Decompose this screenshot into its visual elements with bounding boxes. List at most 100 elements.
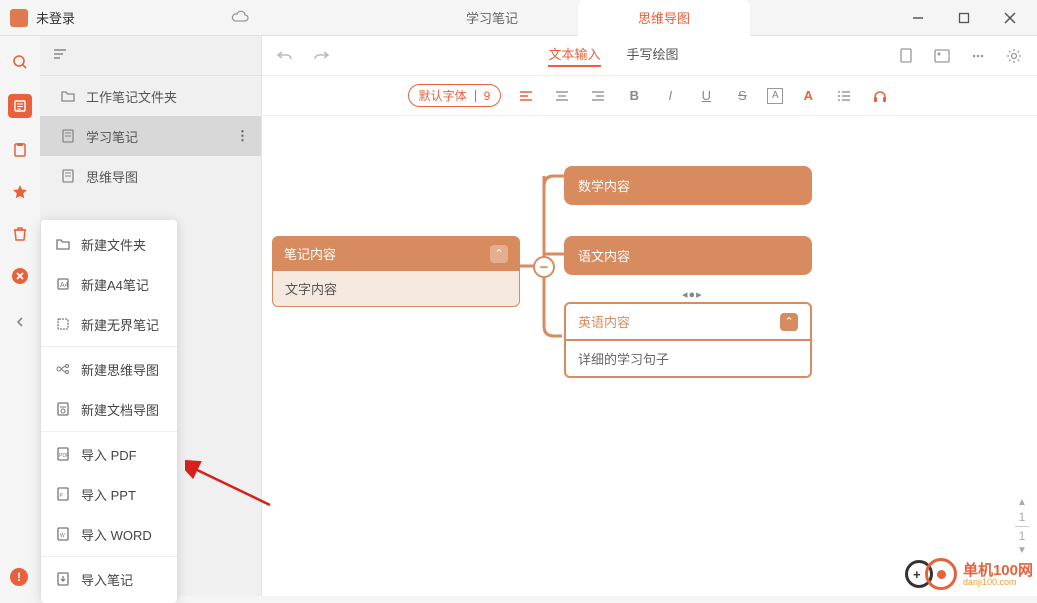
list-button[interactable] xyxy=(833,85,855,107)
svg-text:PDF: PDF xyxy=(59,453,69,459)
align-right-icon[interactable] xyxy=(587,85,609,107)
a4-icon: A4 xyxy=(55,278,71,290)
tab-mindmap[interactable]: 思维导图 xyxy=(578,0,750,36)
image-icon[interactable] xyxy=(933,47,951,65)
folder-icon xyxy=(55,238,71,250)
left-rail xyxy=(0,36,40,596)
align-center-icon[interactable] xyxy=(551,85,573,107)
tree-item-folder[interactable]: 工作笔记文件夹 xyxy=(40,76,261,116)
trash-icon[interactable] xyxy=(10,224,30,244)
textbox-button[interactable]: A xyxy=(767,88,783,104)
tree-item-study-notes[interactable]: 学习笔记 ⋮ xyxy=(40,116,261,156)
menu-label: 新建文档导图 xyxy=(81,400,159,419)
star-icon[interactable] xyxy=(10,182,30,202)
mode-text-input[interactable]: 文本输入 xyxy=(548,44,600,67)
tree-item-mindmap[interactable]: 思维导图 xyxy=(40,156,261,196)
folder-icon xyxy=(60,90,76,102)
page-down-icon[interactable]: ▼ xyxy=(1017,545,1027,556)
title-bar: 未登录 学习笔记 思维导图 xyxy=(0,0,1037,36)
app-logo xyxy=(10,9,28,27)
window-maximize-button[interactable] xyxy=(941,0,987,36)
menu-new-unbounded-note[interactable]: 新建无界笔记 xyxy=(41,304,177,344)
menu-new-mindmap[interactable]: 新建思维导图 xyxy=(41,349,177,389)
align-left-icon[interactable] xyxy=(515,85,537,107)
mindmap-child-node[interactable]: 数学内容 xyxy=(564,166,812,205)
tree-label: 学习笔记 xyxy=(86,127,138,146)
mindmap-icon xyxy=(55,363,71,375)
mode-handwrite[interactable]: 手写绘图 xyxy=(627,44,679,67)
canvas-area: 文本输入 手写绘图 默认字体 9 B I U S A A xyxy=(261,36,1037,596)
sort-icon[interactable] xyxy=(52,47,68,64)
strikethrough-button[interactable]: S xyxy=(731,85,753,107)
node-body: 文字内容 xyxy=(272,271,520,307)
watermark: + 单机100网 danji100.com xyxy=(905,558,1033,592)
redo-icon[interactable] xyxy=(312,47,330,65)
svg-text:W: W xyxy=(60,533,65,539)
tab-study-notes[interactable]: 学习笔记 xyxy=(406,0,578,36)
cloud-sync-icon[interactable] xyxy=(231,9,249,26)
clipboard-icon[interactable] xyxy=(10,140,30,160)
mindmap-canvas[interactable]: 笔记内容 ⌃ 文字内容 − 数学内容 语文内容 ◂●▸ 英语内容 ⌃ 详细的学习… xyxy=(262,116,1037,596)
window-close-button[interactable] xyxy=(987,0,1033,36)
italic-button[interactable]: I xyxy=(659,85,681,107)
drag-handle-icon[interactable]: ◂●▸ xyxy=(682,288,703,301)
more-tools-icon[interactable] xyxy=(969,47,987,65)
settings-icon[interactable] xyxy=(1005,47,1023,65)
menu-label: 导入 PDF xyxy=(81,445,137,464)
collapse-rail-icon[interactable] xyxy=(10,312,30,332)
menu-import-word[interactable]: W 导入 WORD xyxy=(41,514,177,554)
menu-new-folder[interactable]: 新建文件夹 xyxy=(41,224,177,264)
menu-import-note[interactable]: 导入笔记 xyxy=(41,559,177,599)
page-up-icon[interactable]: ▲ xyxy=(1017,497,1027,508)
font-name: 默认字体 xyxy=(419,87,467,104)
font-selector[interactable]: 默认字体 9 xyxy=(408,84,502,107)
underline-button[interactable]: U xyxy=(695,85,717,107)
collapse-icon[interactable]: ⌃ xyxy=(490,245,508,263)
note-icon xyxy=(60,129,76,143)
tree-label: 思维导图 xyxy=(86,167,138,186)
mindmap-child-node-selected[interactable]: 英语内容 ⌃ 详细的学习句子 xyxy=(564,302,812,378)
svg-text:P: P xyxy=(60,493,64,499)
menu-label: 新建无界笔记 xyxy=(81,315,159,334)
login-status[interactable]: 未登录 xyxy=(36,8,75,27)
warning-badge-icon[interactable]: ! xyxy=(10,568,28,586)
search-icon[interactable] xyxy=(10,52,30,72)
menu-new-docmap[interactable]: 新建文档导图 xyxy=(41,389,177,429)
page-total: 1 xyxy=(1019,529,1026,543)
menu-import-ppt[interactable]: P 导入 PPT xyxy=(41,474,177,514)
text-color-button[interactable]: A xyxy=(797,85,819,107)
import-note-icon xyxy=(55,572,71,586)
font-size: 9 xyxy=(484,89,491,103)
watermark-cn: 单机100网 xyxy=(963,563,1033,578)
page-indicator: ▲ 1 1 ▼ xyxy=(1015,497,1029,556)
tree-label: 工作笔记文件夹 xyxy=(86,87,177,106)
node-title: 数学内容 xyxy=(578,179,630,194)
note-icon xyxy=(60,169,76,183)
unbounded-icon xyxy=(55,318,71,330)
node-body: 详细的学习句子 xyxy=(564,341,812,378)
docmap-icon xyxy=(55,402,71,416)
watermark-en: danji100.com xyxy=(963,578,1033,587)
menu-import-pdf[interactable]: PDF 导入 PDF xyxy=(41,434,177,474)
collapse-children-button[interactable]: − xyxy=(533,256,555,278)
mindmap-child-node[interactable]: 语文内容 xyxy=(564,236,812,275)
node-title: 笔记内容 xyxy=(284,244,336,263)
node-title: 语文内容 xyxy=(578,249,630,264)
close-circle-icon[interactable] xyxy=(10,266,30,286)
headphones-icon[interactable] xyxy=(869,85,891,107)
menu-label: 导入笔记 xyxy=(81,570,133,589)
window-minimize-button[interactable] xyxy=(895,0,941,36)
notes-icon[interactable] xyxy=(8,94,32,118)
more-icon[interactable]: ⋮ xyxy=(236,128,249,144)
svg-text:A4: A4 xyxy=(60,282,69,289)
menu-label: 导入 WORD xyxy=(81,525,152,544)
bold-button[interactable]: B xyxy=(623,85,645,107)
mindmap-root-node[interactable]: 笔记内容 ⌃ 文字内容 xyxy=(272,236,520,307)
context-menu: 新建文件夹 A4 新建A4笔记 新建无界笔记 新建思维导图 新建文档导图 PDF… xyxy=(41,220,177,603)
bookmark-icon[interactable] xyxy=(897,47,915,65)
menu-label: 新建文件夹 xyxy=(81,235,146,254)
undo-icon[interactable] xyxy=(276,47,294,65)
menu-new-a4-note[interactable]: A4 新建A4笔记 xyxy=(41,264,177,304)
word-icon: W xyxy=(55,527,71,541)
collapse-icon[interactable]: ⌃ xyxy=(780,313,798,331)
